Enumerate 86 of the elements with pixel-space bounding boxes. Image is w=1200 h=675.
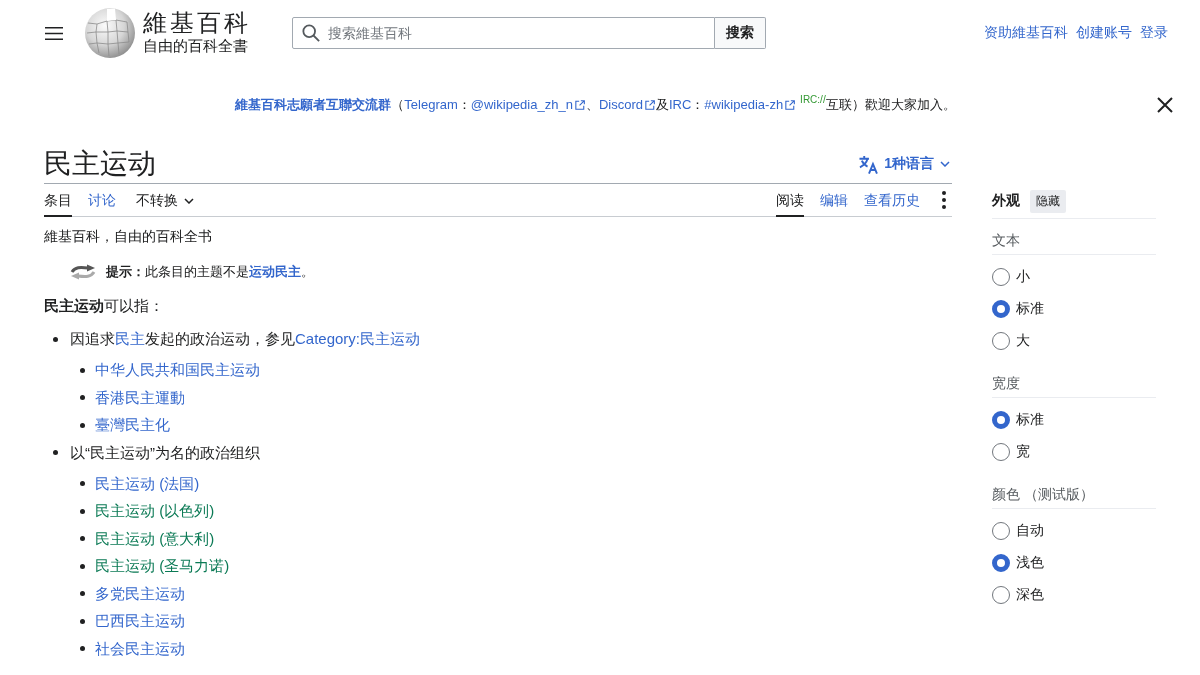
radio-button[interactable] [992,332,1010,350]
hatnote-text: 提示：此条目的主题不是运动民主。 [106,263,314,281]
variant-dropdown[interactable]: 不转换 [136,184,194,217]
superscript-link[interactable]: IRC:// [800,94,826,105]
bullet-icon [80,508,85,514]
article-link[interactable]: 民主 [115,330,145,348]
caret-icon [184,197,194,204]
article-link[interactable]: Category:民主运动 [295,330,421,348]
puzzle-globe-logo[interactable] [85,8,135,58]
radio-button[interactable] [992,522,1010,540]
group-heading: 文本 [992,232,1020,248]
external-link[interactable]: @wikipedia_zh_n [470,97,573,112]
hide-button[interactable]: 隐藏 [1030,189,1066,213]
notice-link[interactable]: Telegram [404,97,458,112]
list-item-text: 因追求民主发起的政治运动，参见Category:民主运动 [70,329,421,350]
bullet-icon [80,618,85,624]
article-link[interactable]: 民主运动 (意大利) [95,527,215,550]
view-tab[interactable]: 阅读 [776,184,804,217]
header-link[interactable]: 登录 [1140,24,1168,42]
notice-link[interactable]: IRC [668,97,692,112]
radio-label[interactable]: 浅色 [1016,554,1044,572]
more-icon[interactable] [942,191,946,209]
search-icon [302,24,320,42]
bullet-icon [80,563,85,569]
article-link[interactable]: 社会民主运动 [95,637,185,660]
site-subtitle: 維基百科，自由的百科全书 [44,227,213,246]
article-link[interactable]: 多党民主运动 [95,582,185,605]
search-button[interactable]: 搜索 [715,17,766,49]
radio-label[interactable]: 自动 [1016,522,1044,540]
radio-label[interactable]: 小 [1016,268,1030,286]
group-heading: 宽度 [992,375,1020,391]
radio-button[interactable] [992,586,1010,604]
page-tab[interactable]: 讨论 [88,184,116,217]
view-tab[interactable]: 查看历史 [864,184,920,217]
radio-label[interactable]: 标准 [1016,411,1044,429]
swap-arrows-icon [70,264,96,280]
article-link[interactable]: 民主运动 (法国) [95,472,200,495]
notice-text: 維基百科志願者互聯交流群（Telegram：@wikipedia_zh_n 、Discord 及IRC：#wikipedia-zh $^{IRC://}$互联）歡迎大家加入。 [235,95,956,114]
bullet-icon [80,646,85,652]
external-link-icon [574,100,585,110]
external-link[interactable]: #wikipedia-zh [704,97,784,112]
bullet-icon [80,367,85,373]
radio-button[interactable] [992,443,1010,461]
lead-text: 民主运动可以指： [44,296,165,316]
language-button[interactable]: 1种语言 [859,154,950,174]
wordmark[interactable]: 維基百科 [143,10,251,36]
view-tab[interactable]: 编辑 [820,184,848,217]
list-item-text: 以“民主运动”为名的政治组织 [70,442,260,463]
header-link[interactable]: 资助維基百科 [984,24,1068,42]
notice-link[interactable]: 維基百科志願者互聯交流群 [235,97,392,112]
bullet-icon [80,422,85,428]
page-tab[interactable]: 条目 [44,184,72,217]
bullet-icon [53,336,58,342]
header-link[interactable]: 创建账号 [1076,24,1132,42]
caret-icon [940,161,950,167]
bullet-icon [80,395,85,401]
panel-title: 外观 [992,192,1020,210]
translate-icon [859,154,879,174]
menu-icon[interactable] [45,26,63,40]
radio-label[interactable]: 宽 [1016,443,1030,461]
article-link[interactable]: 香港民主運動 [95,386,185,409]
article-link[interactable]: 运动民主 [249,264,301,279]
group-heading: 颜色 （测试版） [992,486,1094,502]
radio-label[interactable]: 大 [1016,332,1030,350]
external-link-icon [644,100,655,110]
search-field[interactable]: 搜索維基百科 [292,17,715,49]
article-link[interactable]: 巴西民主运动 [95,610,185,633]
bullet-icon [53,450,58,456]
external-link-icon [785,100,796,110]
bullet-icon [80,536,85,542]
radio-button[interactable] [992,268,1010,286]
page-title: 民主运动 [44,147,156,181]
radio-label[interactable]: 深色 [1016,586,1044,604]
article-link[interactable]: 民主运动 (圣马力诺) [95,555,230,578]
close-icon[interactable] [1157,97,1173,113]
radio-button[interactable] [992,300,1010,318]
radio-button[interactable] [992,554,1010,572]
radio-label[interactable]: 标准 [1016,300,1044,318]
article-link[interactable]: 中华人民共和国民主运动 [95,359,260,382]
article-link[interactable]: 臺灣民主化 [95,414,170,437]
radio-button[interactable] [992,411,1010,429]
bullet-icon [80,591,85,597]
article-link[interactable]: 民主运动 (以色列) [95,500,215,523]
external-link[interactable]: Discord [598,97,643,112]
tagline: 自由的百科全書 [143,37,249,56]
bullet-icon [80,481,85,487]
